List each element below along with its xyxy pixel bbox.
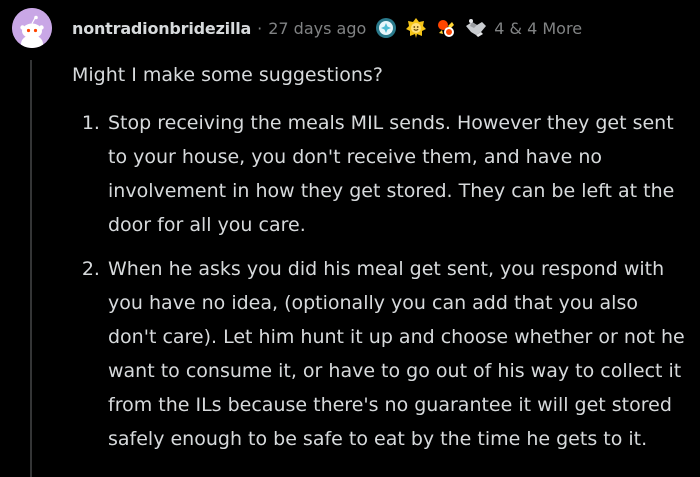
username-link[interactable]: nontradionbridezilla xyxy=(72,19,251,38)
thread-line[interactable] xyxy=(30,60,32,477)
comment-intro: Might I make some suggestions? xyxy=(72,64,383,86)
comment-body: Might I make some suggestions? Stop rece… xyxy=(72,58,692,466)
timestamp-link[interactable]: 27 days ago xyxy=(268,19,366,38)
avatar[interactable] xyxy=(12,8,52,48)
meta-separator: · xyxy=(257,18,263,38)
awards-more-link[interactable]: 4 & 4 More xyxy=(494,19,582,38)
list-item: Stop receiving the meals MIL sends. Howe… xyxy=(106,106,692,242)
list-item: When he asks you did his meal get sent, … xyxy=(106,252,692,456)
handshake-award-icon[interactable] xyxy=(464,16,488,40)
suggestions-list: Stop receiving the meals MIL sends. Howe… xyxy=(72,106,692,456)
take-my-energy-award-icon[interactable] xyxy=(434,16,458,40)
comment-header: nontradionbridezilla · 27 days ago 4 & 4… xyxy=(12,8,582,48)
helpful-award-icon[interactable] xyxy=(374,16,398,40)
snoo-avatar-icon xyxy=(12,8,52,48)
wholesome-award-icon[interactable] xyxy=(404,16,428,40)
